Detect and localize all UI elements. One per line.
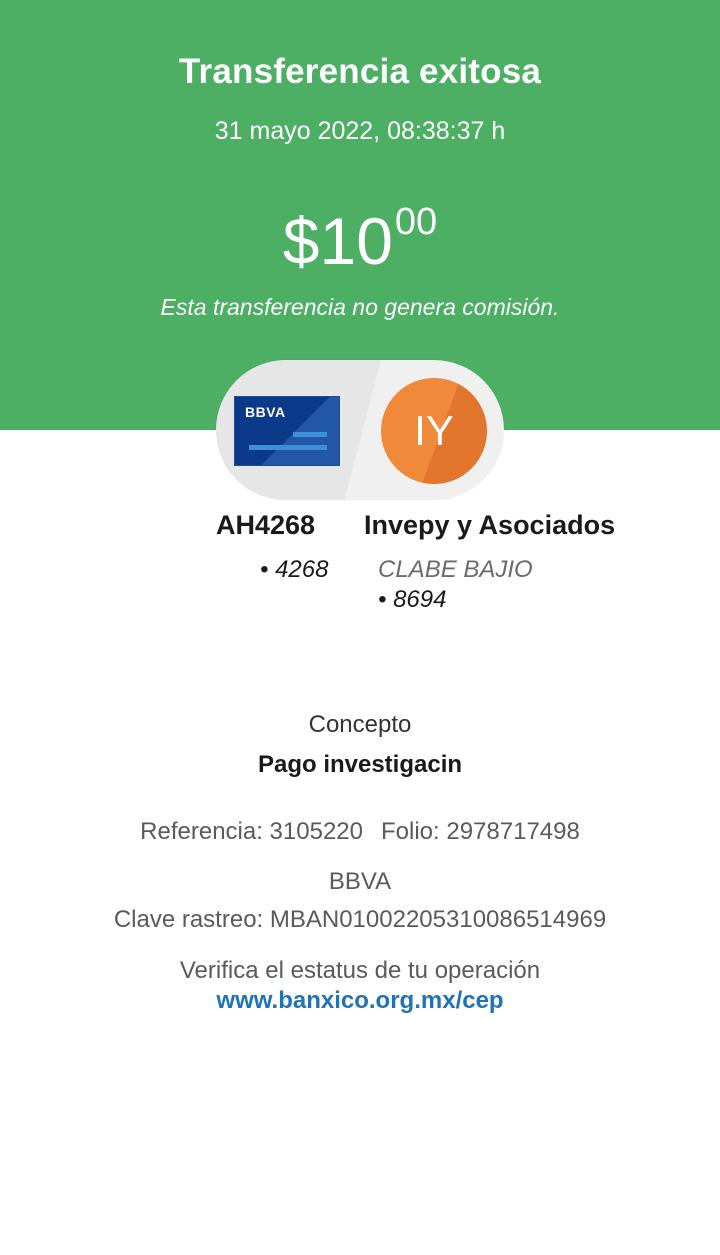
amount-main: $10: [282, 204, 393, 278]
reference-folio-line: Referencia: 3105220 Folio: 2978717498: [0, 818, 720, 846]
page-title: Transferencia exitosa: [178, 52, 542, 91]
amount-cents: 00: [394, 201, 438, 243]
transfer-amount: $1000: [0, 201, 720, 288]
concept-label: Concepto: [308, 711, 412, 738]
avatar-initials: IY: [414, 407, 454, 454]
bank-card-icon: BBVA: [234, 396, 340, 466]
origin-account-number: • 4268: [260, 556, 329, 583]
tracking-key: Clave rastreo: MBAN01002205310086514969: [113, 906, 607, 933]
verify-status-text: Verifica el estatus de tu operación: [179, 957, 541, 984]
concept-value: Pago investigacin: [257, 751, 463, 778]
card-logo: BBVA: [245, 404, 286, 420]
card-stripe: [293, 432, 327, 437]
banxico-cep-link[interactable]: www.banxico.org.mx/cep: [0, 987, 720, 1015]
card-stripe: [249, 445, 327, 450]
origin-account-name: AH4268: [216, 510, 316, 540]
reference-number: Referencia: 3105220: [140, 818, 363, 845]
destination-account-name: Invepy y Asociados: [364, 510, 616, 540]
recipient-avatar: IY: [381, 378, 487, 484]
bank-name: BBVA: [328, 868, 392, 895]
commission-note: Esta transferencia no genera comisión.: [160, 294, 560, 320]
destination-account-number: • 8694: [378, 586, 447, 613]
destination-bank: CLABE BAJIO: [378, 556, 533, 583]
folio-number: Folio: 2978717498: [381, 818, 580, 845]
transfer-datetime: 31 mayo 2022, 08:38:37 h: [214, 117, 506, 145]
